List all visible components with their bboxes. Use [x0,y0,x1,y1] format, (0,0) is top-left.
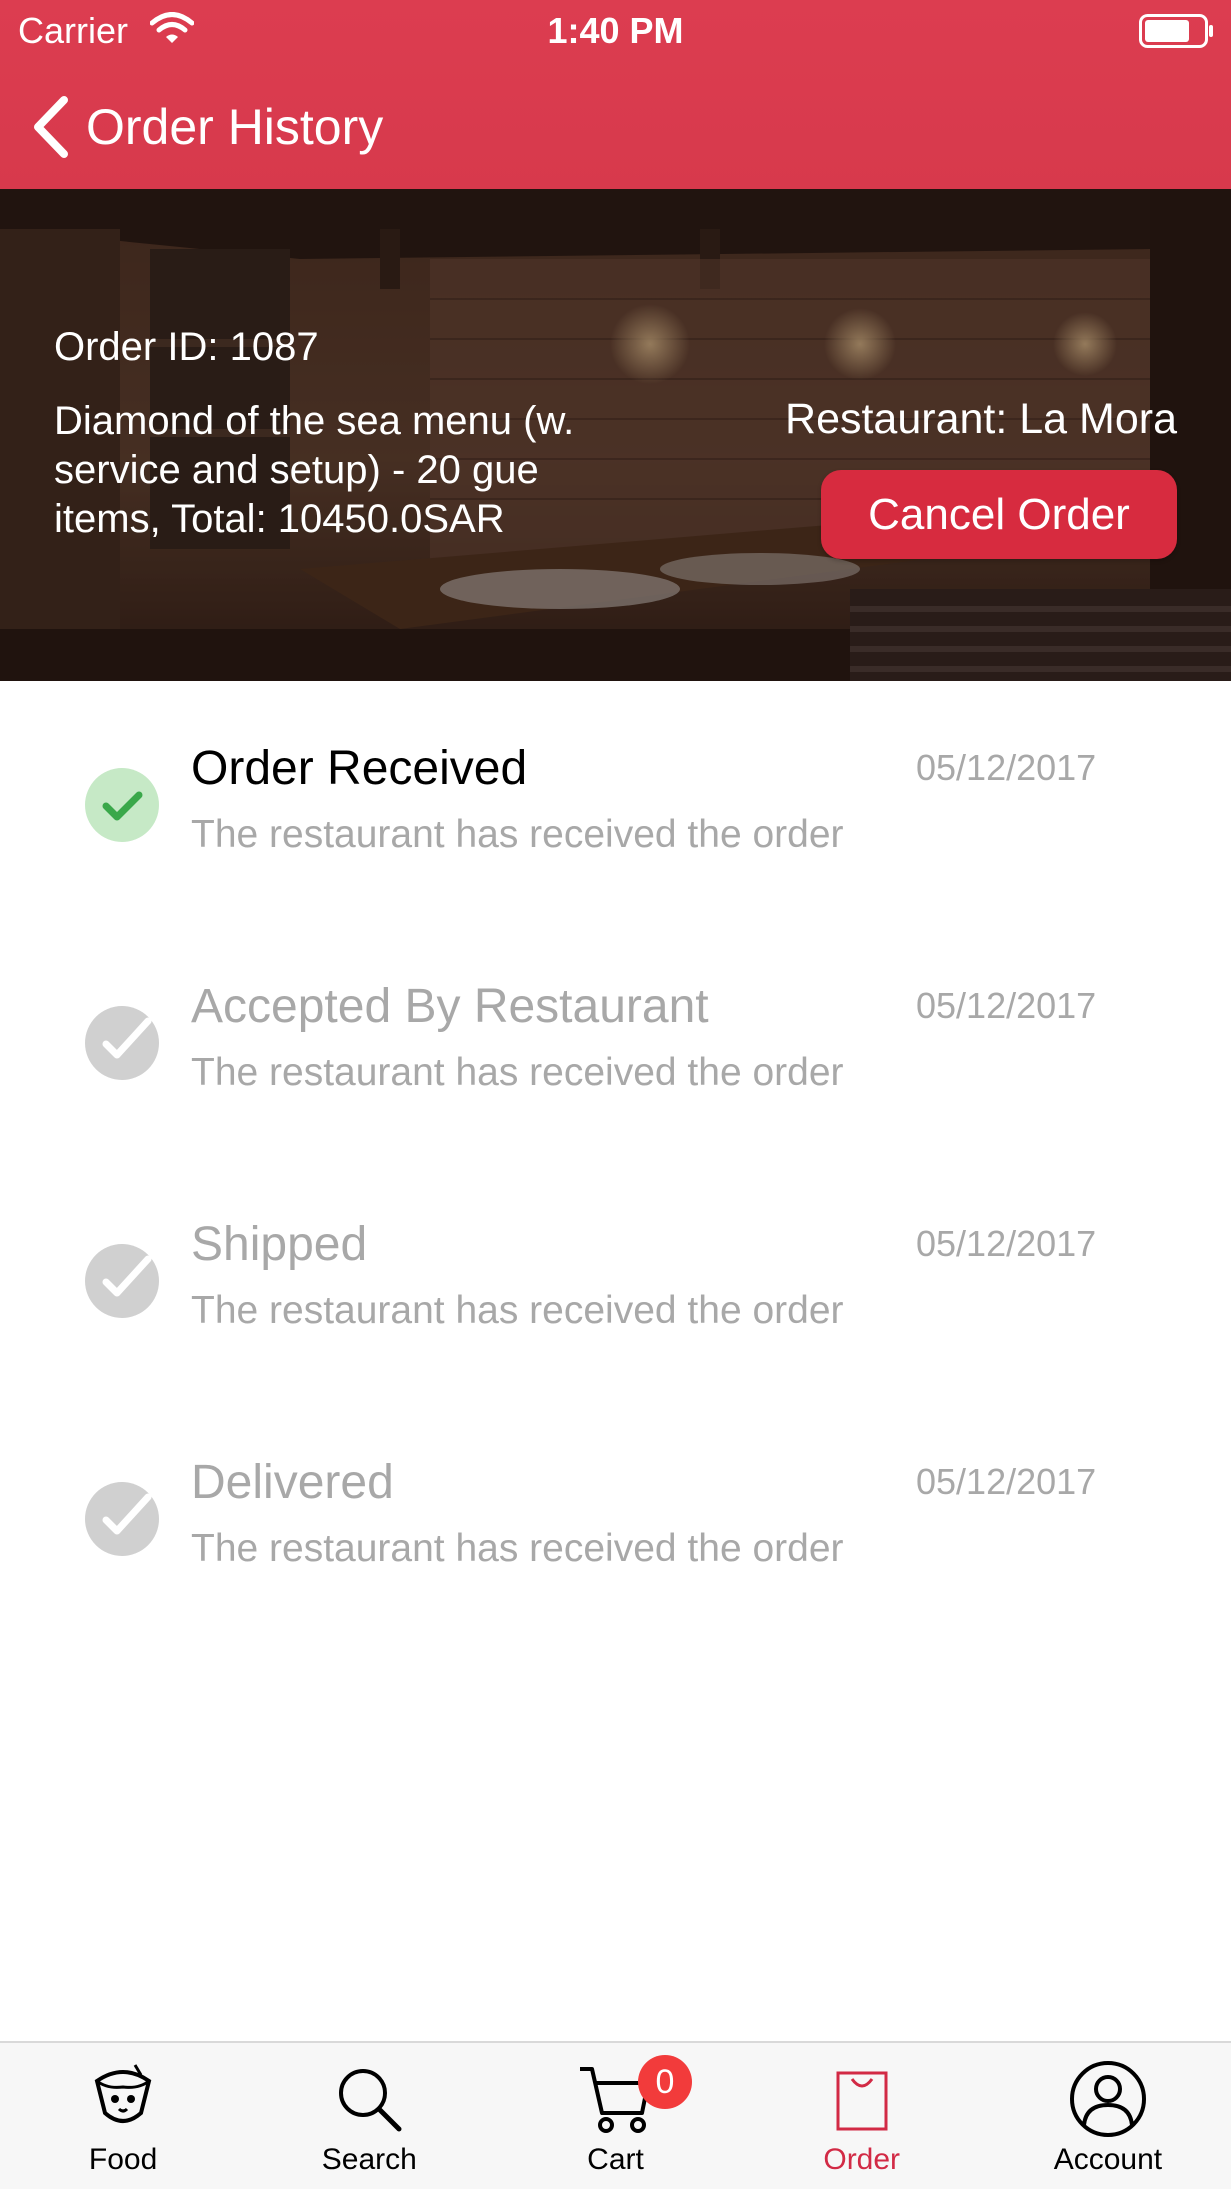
tab-search[interactable]: Search [246,2043,492,2189]
account-icon [1069,2061,1146,2137]
back-button[interactable]: Order History [30,92,383,162]
order-hero-banner: Order ID: 1087 Diamond of the sea menu (… [0,189,1231,681]
tab-label: Account [1053,2143,1163,2176]
clock: 1:40 PM [547,10,684,51]
status-step-delivered: Delivered 05/12/2017 The restaurant has … [0,1395,1231,1633]
order-description: Diamond of the sea menu (w. service and … [54,397,634,544]
tab-label: Cart [587,2143,644,2176]
cancel-order-button[interactable]: Cancel Order [821,470,1177,559]
status-step-description: The restaurant has received the order [191,813,844,856]
tab-order[interactable]: Order [739,2043,985,2189]
chevron-left-icon [34,96,68,158]
status-step-title: Accepted By Restaurant [191,980,709,1033]
check-circle-icon [85,1244,159,1318]
food-icon [94,2064,152,2123]
nav-bar: Order History [0,62,1231,189]
status-step-date: 05/12/2017 [916,1223,1097,1264]
tab-bar: Food Search Cart Order Account 0 [0,2041,1231,2189]
battery-icon [1139,14,1213,48]
status-step-title: Shipped [191,1218,368,1271]
status-step-title: Order Received [191,742,528,795]
check-circle-icon [85,1006,159,1080]
status-step-order-received: Order Received 05/12/2017 The restaurant… [0,681,1231,919]
tab-label: Food [88,2143,158,2176]
status-step-accepted: Accepted By Restaurant 05/12/2017 The re… [0,919,1231,1157]
tab-label: Order [823,2143,901,2176]
status-bar: Carrier 1:40 PM [0,0,1231,62]
status-step-description: The restaurant has received the order [191,1289,844,1332]
cart-count-badge: 0 [638,2055,692,2109]
search-icon [339,2069,402,2132]
page-title: Order History [86,99,384,155]
order-bag-icon [836,2071,888,2131]
status-step-title: Delivered [191,1456,394,1509]
status-step-date: 05/12/2017 [916,1461,1097,1502]
status-step-date: 05/12/2017 [916,747,1097,788]
order-description-line: items, Total: 10450.0SAR [54,497,505,541]
tab-food[interactable]: Food [0,2043,246,2189]
tab-cart[interactable]: Cart [492,2043,738,2189]
check-circle-icon [85,768,159,842]
order-id: Order ID: 1087 [54,325,319,369]
header: Carrier 1:40 PM Order History [0,0,1231,189]
status-step-description: The restaurant has received the order [191,1051,844,1094]
tab-account[interactable]: Account [985,2043,1231,2189]
status-step-shipped: Shipped 05/12/2017 The restaurant has re… [0,1157,1231,1395]
check-circle-icon [85,1482,159,1556]
status-step-date: 05/12/2017 [916,985,1097,1026]
order-description-line: service and setup) - 20 gue [54,448,539,492]
status-step-description: The restaurant has received the order [191,1527,844,1570]
tab-label: Search [321,2143,417,2176]
order-description-line: Diamond of the sea menu (w. [54,399,575,443]
restaurant-name: Restaurant: La Mora [785,395,1177,443]
